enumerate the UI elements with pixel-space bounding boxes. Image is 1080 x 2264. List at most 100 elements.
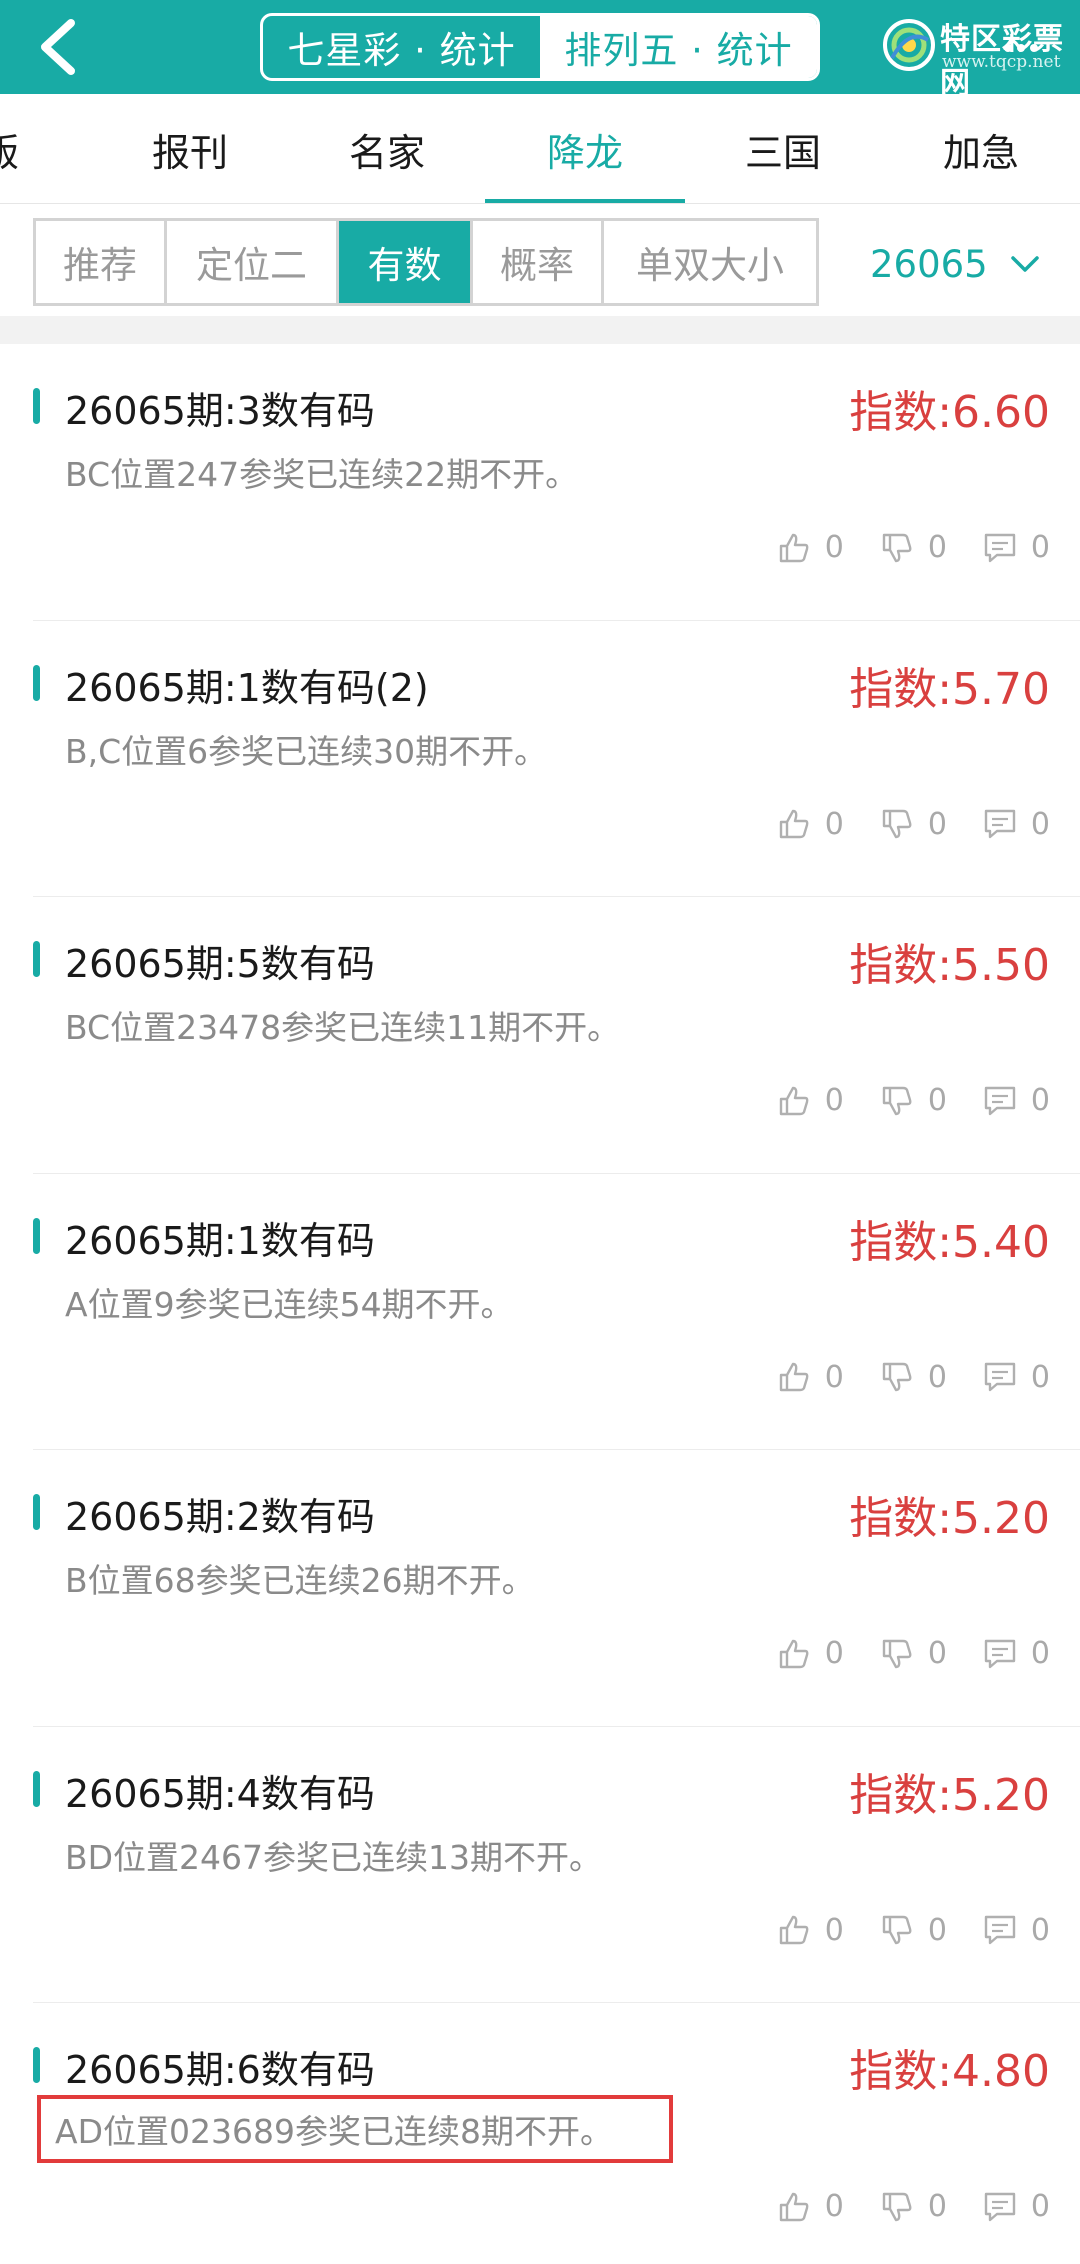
thumbs-down-icon (882, 1362, 912, 1392)
like-count: 0 (824, 1083, 844, 1118)
period-dropdown[interactable]: 26065 (870, 234, 1040, 294)
comment-icon (984, 1362, 1016, 1392)
section-divider (0, 316, 1080, 344)
list-item[interactable]: 26065期:2数有码 指数:5.20 B位置68参奖已连续26期不开。 0 0… (33, 1450, 1080, 1727)
chip-tuijian[interactable]: 推荐 (36, 221, 167, 303)
thumbs-up-icon (779, 2192, 809, 2221)
tab-xianglong[interactable]: 降龙 (485, 94, 685, 204)
tab-baokan[interactable]: 报刊 (120, 94, 260, 204)
item-description: B位置68参奖已连续26期不开。 (65, 1561, 535, 1600)
like-button[interactable]: 0 (777, 530, 844, 565)
thumbs-down-icon (882, 533, 912, 562)
like-count: 0 (824, 1636, 844, 1671)
comment-icon (984, 1639, 1016, 1668)
list-item[interactable]: 26065期:1数有码(2) 指数:5.70 B,C位置6参奖已连续30期不开。… (33, 621, 1080, 897)
thumbs-down-icon (882, 2192, 912, 2221)
dislike-button[interactable]: 0 (880, 1636, 947, 1671)
comment-count: 0 (1030, 530, 1050, 565)
dislike-button[interactable]: 0 (880, 2189, 947, 2224)
accent-bar (33, 1770, 40, 1807)
thumbs-down-icon (882, 1915, 912, 1945)
accent-bar (33, 941, 40, 977)
chip-youshu[interactable]: 有数 (339, 221, 473, 303)
item-index: 指数:5.70 (849, 663, 1050, 715)
item-actions: 0 0 0 (777, 1083, 1050, 1118)
chip-gailv[interactable]: 概率 (473, 221, 604, 303)
list-item[interactable]: 26065期:4数有码 指数:5.20 BD位置2467参奖已连续13期不开。 … (33, 1727, 1080, 2003)
segment-qixingcai[interactable]: 七星彩 · 统计 (263, 16, 540, 78)
comment-button[interactable]: 0 (983, 1360, 1050, 1395)
item-description: B,C位置6参奖已连续30期不开。 (65, 731, 548, 771)
comment-button[interactable]: 0 (983, 807, 1050, 842)
item-title: 26065期:4数有码 (65, 1771, 375, 1816)
dislike-button[interactable]: 0 (880, 1360, 947, 1395)
chip-dingweier[interactable]: 定位二 (167, 221, 339, 303)
dislike-button[interactable]: 0 (880, 530, 947, 565)
item-actions: 0 0 0 (777, 1360, 1050, 1395)
comment-button[interactable]: 0 (983, 1636, 1050, 1671)
filter-row: 推荐 定位二 有数 概率 单双大小 26065 (0, 204, 1080, 316)
logo-dots (1004, 44, 1038, 52)
item-title: 26065期:2数有码 (65, 1495, 375, 1539)
dislike-count: 0 (927, 1359, 947, 1395)
prediction-list: 26065期:3数有码 指数:6.60 BC位置247参奖已连续22期不开。 0… (0, 344, 1080, 2264)
comment-icon (984, 533, 1016, 562)
like-button[interactable]: 0 (777, 807, 844, 842)
back-button[interactable] (22, 12, 92, 82)
segment-pailiewu[interactable]: 排列五 · 统计 (540, 16, 817, 78)
dislike-count: 0 (927, 530, 947, 565)
like-button[interactable]: 0 (777, 1636, 844, 1671)
logo-url: www.tqcp.net (942, 52, 1061, 72)
item-index: 指数:4.80 (849, 2046, 1050, 2097)
comment-count: 0 (1030, 1359, 1050, 1395)
comment-button[interactable]: 0 (983, 1083, 1050, 1118)
like-button[interactable]: 0 (777, 2189, 844, 2224)
item-index: 指数:5.20 (849, 1769, 1050, 1821)
chip-danshuangdaxiao[interactable]: 单双大小 (604, 221, 816, 303)
item-description: BC位置247参奖已连续22期不开。 (65, 455, 579, 494)
comment-button[interactable]: 0 (983, 530, 1050, 565)
item-actions: 0 0 0 (777, 530, 1050, 565)
tab-mingjia[interactable]: 名家 (317, 94, 457, 204)
item-index: 指数:5.40 (849, 1216, 1050, 1268)
item-index: 指数:5.50 (849, 940, 1050, 991)
item-index: 指数:5.20 (849, 1493, 1050, 1544)
tab-ban[interactable]: 版 (0, 94, 60, 204)
tab-sanguo[interactable]: 三国 (713, 94, 853, 204)
like-count: 0 (824, 1912, 844, 1948)
category-tabs: 版 报刊 名家 降龙 三国 加急 (0, 94, 1080, 204)
comment-button[interactable]: 0 (983, 2189, 1050, 2224)
like-button[interactable]: 0 (777, 1913, 844, 1948)
thumbs-up-icon (779, 533, 809, 562)
thumbs-down-icon (882, 809, 912, 839)
list-item[interactable]: 26065期:3数有码 指数:6.60 BC位置247参奖已连续22期不开。 0… (33, 344, 1080, 621)
like-button[interactable]: 0 (777, 1083, 844, 1118)
item-description-highlighted: AD位置023689参奖已连续8期不开。 (37, 2095, 673, 2163)
dislike-button[interactable]: 0 (880, 1913, 947, 1948)
item-description: A位置9参奖已连续54期不开。 (65, 1284, 514, 1324)
comment-icon (984, 1915, 1016, 1945)
item-actions: 0 0 0 (777, 1913, 1050, 1948)
thumbs-up-icon (779, 1915, 809, 1945)
like-button[interactable]: 0 (777, 1360, 844, 1395)
list-item[interactable]: 26065期:5数有码 指数:5.50 BC位置23478参奖已连续11期不开。… (33, 897, 1080, 1174)
thumbs-down-icon (882, 1086, 912, 1115)
accent-bar (33, 2047, 40, 2083)
dislike-button[interactable]: 0 (880, 1083, 947, 1118)
dislike-button[interactable]: 0 (880, 807, 947, 842)
comment-icon (984, 2192, 1016, 2221)
comment-button[interactable]: 0 (983, 1913, 1050, 1948)
item-title: 26065期:1数有码 (65, 1218, 375, 1263)
comment-count: 0 (1030, 1912, 1050, 1948)
dislike-count: 0 (927, 2189, 947, 2224)
like-count: 0 (824, 530, 844, 565)
filter-chip-group: 推荐 定位二 有数 概率 单双大小 (33, 218, 819, 306)
comment-icon (984, 1086, 1016, 1115)
top-bar: 七星彩 · 统计 排列五 · 统计 特区彩票网 www.tqcp.net (0, 0, 1080, 101)
list-item[interactable]: 26065期:1数有码 指数:5.40 A位置9参奖已连续54期不开。 0 0 … (33, 1174, 1080, 1450)
item-description: BD位置2467参奖已连续13期不开。 (65, 1837, 603, 1877)
list-item[interactable]: 26065期:6数有码 指数:4.80 AD位置023689参奖已连续8期不开。… (33, 2003, 1080, 2264)
thumbs-down-icon (882, 1639, 912, 1668)
dislike-count: 0 (927, 1636, 947, 1671)
tab-jiaji[interactable]: 加急 (911, 94, 1051, 204)
